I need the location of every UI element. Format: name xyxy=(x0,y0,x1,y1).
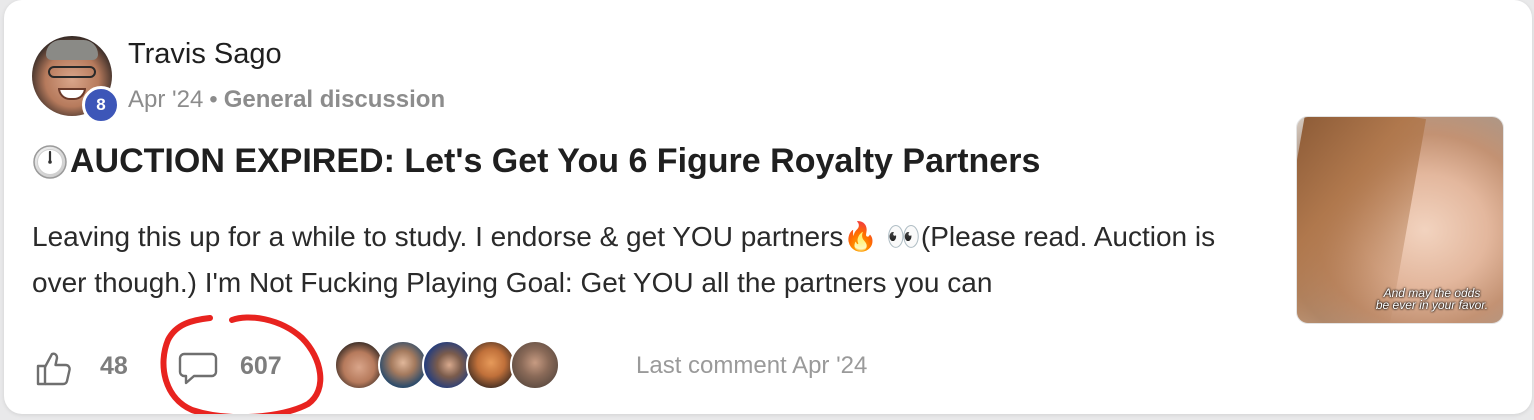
post-actions: 48 607 Last comment Apr '24 xyxy=(32,314,932,414)
post-thumbnail[interactable]: And may the odds be ever in your favor. xyxy=(1296,116,1504,324)
commenter-avatars xyxy=(334,340,560,392)
comment-count[interactable]: 607 xyxy=(240,352,282,381)
thumbnail-caption: And may the odds be ever in your favor. xyxy=(1375,286,1489,312)
post-title-text[interactable]: AUCTION EXPIRED: Let's Get You 6 Figure … xyxy=(70,142,1040,181)
post-excerpt[interactable]: Leaving this up for a while to study. I … xyxy=(32,214,1272,306)
thumbs-up-icon[interactable] xyxy=(34,348,74,388)
post-date: Apr '24 xyxy=(128,86,204,113)
author-name[interactable]: Travis Sago xyxy=(128,38,282,71)
commenter-avatar[interactable] xyxy=(510,340,560,390)
comment-icon[interactable] xyxy=(178,350,218,386)
commenter-avatar[interactable] xyxy=(466,340,516,390)
level-badge: 8 xyxy=(82,86,120,124)
timer-icon xyxy=(33,144,67,179)
like-count: 48 xyxy=(100,352,128,380)
commenter-avatar[interactable] xyxy=(334,340,384,390)
author-avatar-wrap[interactable]: 8 xyxy=(32,36,120,124)
meta-separator: • xyxy=(209,86,218,113)
commenter-avatar[interactable] xyxy=(422,340,472,390)
last-comment-text: Last comment Apr '24 xyxy=(636,352,868,379)
post-title[interactable]: AUCTION EXPIRED: Let's Get You 6 Figure … xyxy=(32,142,1040,181)
post-meta: Apr '24 • General discussion xyxy=(128,86,445,114)
post-category[interactable]: General discussion xyxy=(224,86,445,114)
commenter-avatar[interactable] xyxy=(378,340,428,390)
post-card[interactable]: 8 Travis Sago Apr '24 • General discussi… xyxy=(4,0,1532,414)
